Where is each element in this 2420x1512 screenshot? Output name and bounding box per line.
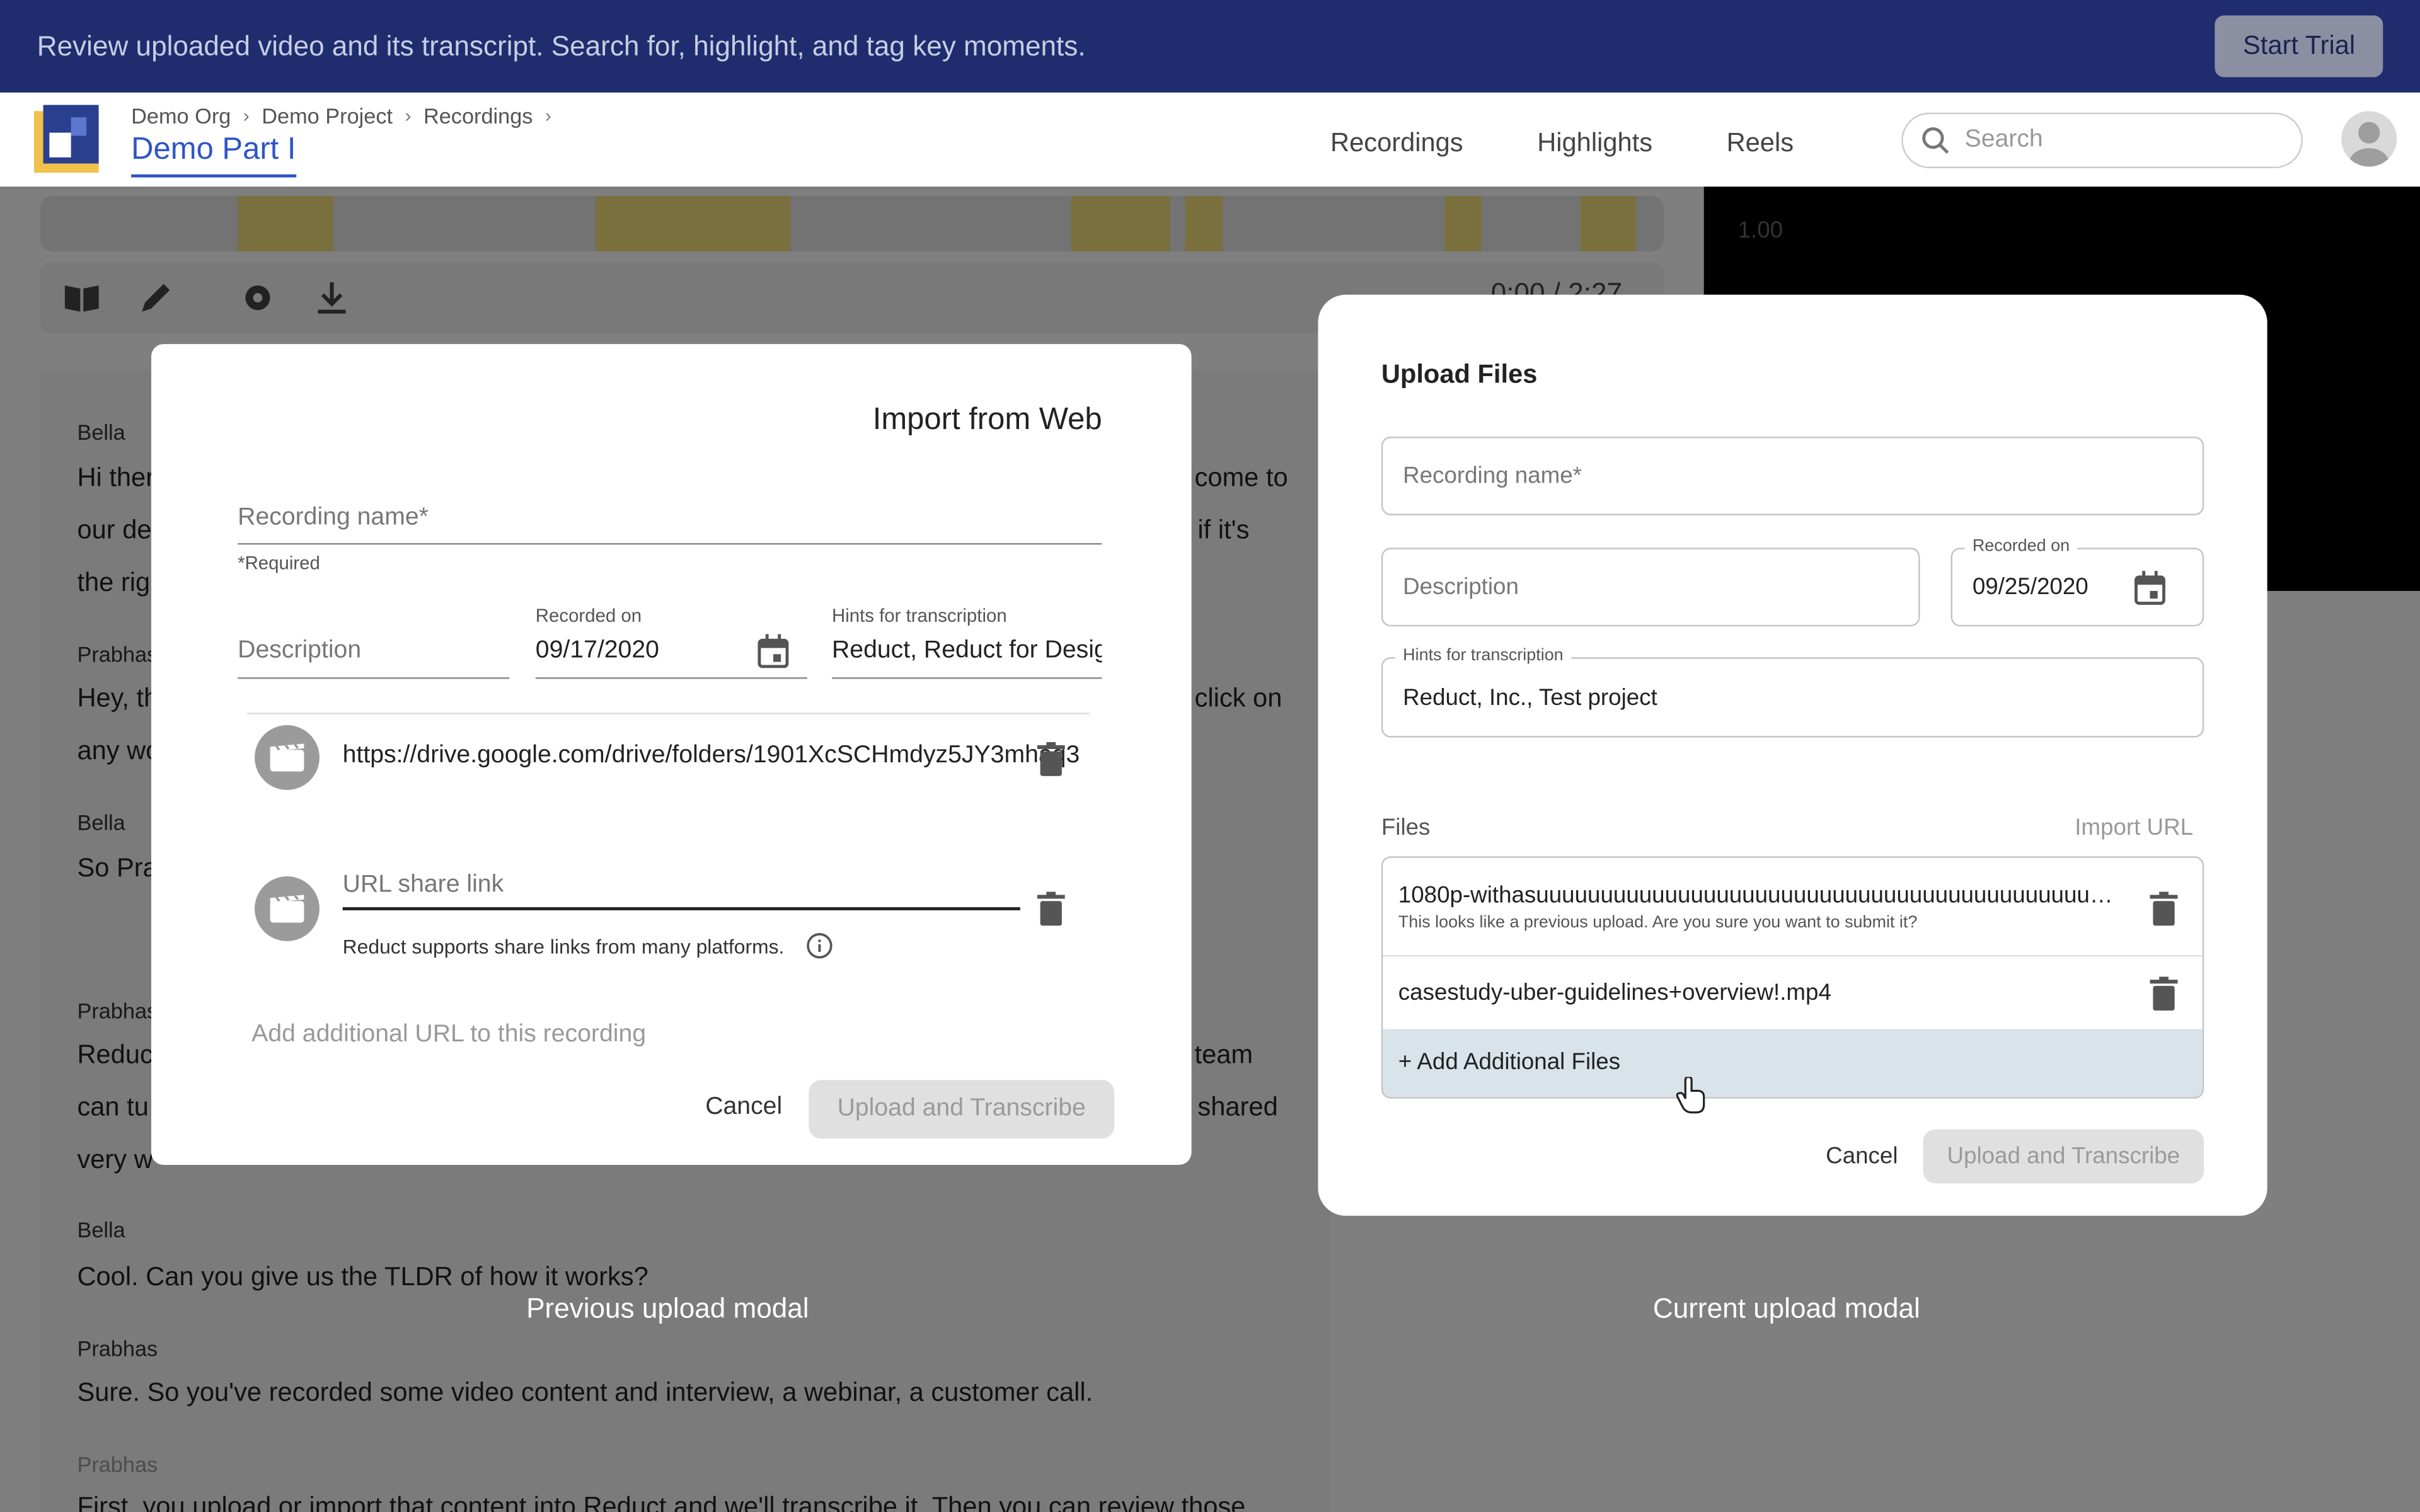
- description-field[interactable]: Description: [238, 637, 510, 679]
- chevron-right-icon: ›: [545, 105, 551, 127]
- nav-recordings[interactable]: Recordings: [1330, 128, 1463, 159]
- calendar-icon[interactable]: [2134, 571, 2165, 605]
- divider: [246, 713, 1090, 714]
- recorded-on-field[interactable]: Recorded on 09/25/2020: [1950, 537, 2204, 627]
- url-share-link-placeholder: URL share link: [342, 871, 504, 898]
- recorded-on-field[interactable]: 09/17/2020: [535, 634, 807, 679]
- hints-field[interactable]: Reduct, Reduct for Design: [832, 637, 1102, 679]
- hints-label: Hints for transcription: [1395, 646, 1571, 665]
- search-icon: [1922, 127, 1949, 154]
- video-file-icon: [255, 876, 320, 941]
- url-share-link-input[interactable]: URL share link: [342, 871, 1020, 910]
- start-trial-button[interactable]: Start Trial: [2215, 15, 2383, 77]
- hints-label: Hints for transcription: [832, 605, 1007, 627]
- cancel-button[interactable]: Cancel: [705, 1094, 782, 1121]
- recording-name-placeholder: Recording name*: [238, 504, 429, 531]
- files-list: 1080p-withasuuuuuuuuuuuuuuuuuuuuuuuuuuuu…: [1381, 856, 2204, 1099]
- trial-banner: Review uploaded video and its transcript…: [0, 0, 2420, 93]
- recorded-on-label: Recorded on: [535, 605, 642, 627]
- file-name: 1080p-withasuuuuuuuuuuuuuuuuuuuuuuuuuuuu…: [1398, 882, 2124, 909]
- modal-title: Upload Files: [1381, 359, 1538, 389]
- modal-title: Import from Web: [872, 403, 1102, 437]
- add-url-link[interactable]: Add additional URL to this recording: [251, 1021, 646, 1049]
- nav-highlights[interactable]: Highlights: [1537, 128, 1652, 159]
- user-icon: [2349, 122, 2390, 167]
- trash-icon[interactable]: [2150, 891, 2178, 926]
- app-root: Review uploaded video and its transcript…: [0, 0, 2420, 1512]
- chevron-right-icon: ›: [243, 105, 250, 127]
- share-link-help: Reduct supports share links from many pl…: [343, 932, 834, 959]
- description-placeholder: Description: [1403, 574, 1519, 600]
- hand-cursor-icon: [1676, 1077, 1705, 1114]
- list-item: 1080p-withasuuuuuuuuuuuuuuuuuuuuuuuuuuuu…: [1383, 858, 2203, 957]
- description-placeholder: Description: [238, 637, 362, 664]
- calendar-icon[interactable]: [758, 634, 789, 668]
- recorded-on-label: Recorded on: [1964, 537, 2078, 556]
- main-nav: Recordings Highlights Reels: [1330, 128, 1794, 159]
- breadcrumb-recordings[interactable]: Recordings: [424, 103, 533, 128]
- upload-and-transcribe-button[interactable]: Upload and Transcribe: [1923, 1129, 2204, 1184]
- page-title: Demo Part I: [131, 133, 296, 178]
- list-item: casestudy-uber-guidelines+overview!.mp4: [1383, 956, 2202, 1029]
- recording-name-field[interactable]: Recording name*: [238, 505, 1102, 545]
- upload-and-transcribe-button[interactable]: Upload and Transcribe: [809, 1080, 1115, 1139]
- add-additional-files-button[interactable]: + Add Additional Files: [1383, 1029, 2203, 1097]
- search-input[interactable]: Search: [1901, 112, 2303, 168]
- app-header: Demo Org › Demo Project › Recordings › D…: [0, 92, 2420, 188]
- hints-field[interactable]: Hints for transcription Reduct, Inc., Te…: [1381, 646, 2204, 738]
- import-from-web-modal: Import from Web Recording name* *Require…: [151, 344, 1192, 1165]
- url-value[interactable]: https://drive.google.com/drive/folders/1…: [343, 742, 1099, 770]
- recording-name-placeholder: Recording name*: [1403, 462, 1582, 490]
- info-icon[interactable]: [806, 932, 834, 959]
- avatar[interactable]: [2341, 111, 2397, 167]
- chevron-right-icon: ›: [405, 105, 412, 127]
- recorded-on-value: 09/25/2020: [1972, 574, 2089, 600]
- search-placeholder: Search: [1964, 126, 2043, 153]
- breadcrumb: Demo Org › Demo Project › Recordings ›: [131, 103, 551, 128]
- required-note: *Required: [238, 552, 320, 575]
- trash-icon[interactable]: [1037, 742, 1065, 776]
- nav-reels[interactable]: Reels: [1727, 128, 1794, 159]
- import-url-button[interactable]: Import URL: [2075, 815, 2193, 841]
- breadcrumb-project[interactable]: Demo Project: [262, 103, 393, 128]
- files-label: Files: [1381, 815, 1431, 841]
- cancel-button[interactable]: Cancel: [1826, 1143, 1898, 1170]
- caption-previous-modal: Previous upload modal: [526, 1293, 809, 1324]
- banner-text: Review uploaded video and its transcript…: [37, 30, 1086, 61]
- add-files-label: + Add Additional Files: [1398, 1049, 1621, 1075]
- file-name: casestudy-uber-guidelines+overview!.mp4: [1398, 980, 1831, 1006]
- breadcrumb-org[interactable]: Demo Org: [131, 103, 231, 128]
- caption-current-modal: Current upload modal: [1652, 1293, 1920, 1324]
- hints-value: Reduct, Reduct for Design: [832, 637, 1102, 664]
- duplicate-warning: This looks like a previous upload. Are y…: [1398, 913, 1918, 932]
- upload-files-modal: Upload Files Recording name* Description…: [1318, 294, 2267, 1216]
- recording-name-field[interactable]: Recording name*: [1381, 437, 2204, 515]
- help-text: Reduct supports share links from many pl…: [342, 934, 785, 958]
- video-file-icon: [255, 725, 320, 790]
- hints-value: Reduct, Inc., Test project: [1403, 685, 1657, 711]
- trash-icon[interactable]: [1037, 891, 1065, 926]
- trash-icon[interactable]: [2150, 976, 2178, 1011]
- reduct-logo-icon[interactable]: [33, 105, 99, 173]
- recorded-on-value: 09/17/2020: [535, 637, 659, 664]
- description-field[interactable]: Description: [1381, 547, 1920, 627]
